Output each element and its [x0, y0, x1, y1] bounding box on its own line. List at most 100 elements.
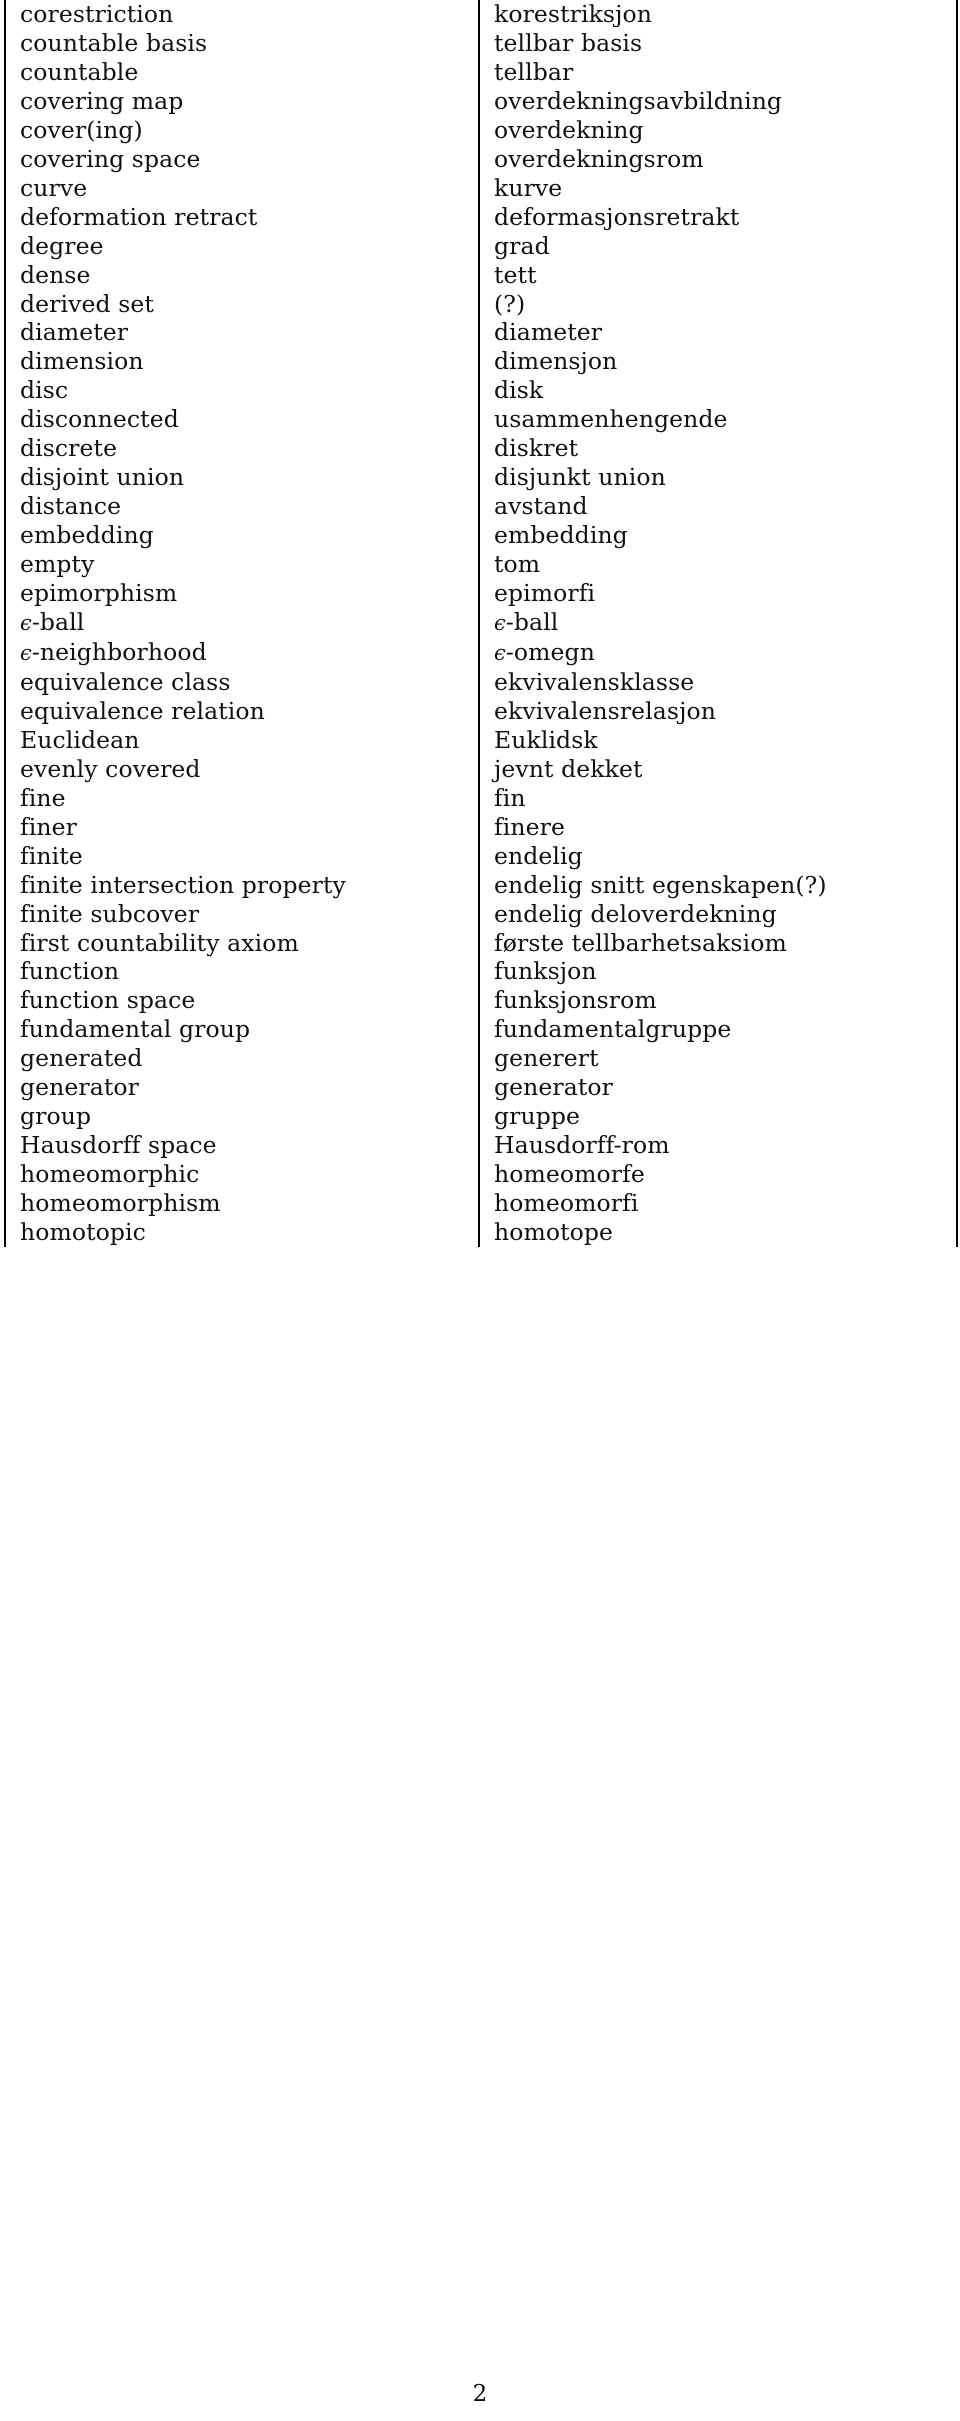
epsilon-symbol: ϵ: [20, 640, 32, 665]
glossary-term-norwegian: epimorfi: [478, 579, 958, 609]
glossary-term-norwegian: kurve: [478, 173, 958, 203]
glossary-term-english: discrete: [4, 434, 479, 464]
glossary-term-english: deformation retract: [4, 202, 479, 232]
glossary-term-english: first countability axiom: [4, 928, 479, 958]
glossary-term-norwegian: generator: [478, 1073, 958, 1103]
glossary-row: fine fin: [4, 783, 958, 813]
glossary-term-english: disc: [4, 376, 479, 406]
glossary-term-english: finer: [4, 812, 479, 842]
glossary-term-english: function: [4, 957, 479, 987]
glossary-term-english: distance: [4, 492, 479, 522]
glossary-row: finite intersection property endelig snit…: [4, 870, 958, 900]
glossary-term-english: evenly covered: [4, 754, 479, 784]
glossary-term-english: disjoint union: [4, 463, 479, 493]
glossary-row: countable basis tellbar basis: [4, 28, 958, 58]
glossary-row: curve kurve: [4, 173, 958, 203]
glossary-row: disjoint union disjunkt union: [4, 463, 958, 493]
glossary-term-english: embedding: [4, 521, 479, 551]
glossary-row: first countability axiom første tellbarhe…: [4, 928, 958, 958]
glossary-term-norwegian: korestriksjon: [478, 0, 958, 29]
glossary-row: disconnected usammenhengende: [4, 405, 958, 435]
glossary-row: equivalence class ekvivalensklasse: [4, 667, 958, 697]
glossary-term-norwegian: generert: [478, 1044, 958, 1074]
glossary-term-norwegian: homeomorfe: [478, 1160, 958, 1190]
glossary-term-english: fine: [4, 783, 479, 813]
glossary-term-english: covering map: [4, 86, 479, 116]
glossary-term-english: covering space: [4, 144, 479, 174]
glossary-term-norwegian: tellbar: [478, 57, 958, 87]
page-number: 2: [472, 2381, 488, 2407]
glossary-term-norwegian: gruppe: [478, 1102, 958, 1132]
glossary-term-norwegian: ϵ-ball: [478, 608, 958, 638]
glossary-term-english: curve: [4, 173, 479, 203]
glossary-term-norwegian: tom: [478, 550, 958, 580]
glossary-row: deformation retract deformasjonsretrakt: [4, 202, 958, 232]
glossary-term-english: Hausdorff space: [4, 1131, 479, 1161]
glossary-term-english: finite subcover: [4, 899, 479, 929]
glossary-row: Hausdorff space Hausdorff-rom: [4, 1131, 958, 1161]
glossary-term-norwegian: tett: [478, 260, 958, 290]
glossary-term-english: dense: [4, 260, 479, 290]
glossary-row: finite endelig: [4, 841, 958, 871]
glossary-term-norwegian: deformasjonsretrakt: [478, 202, 958, 232]
glossary-row: epimorphism epimorfi: [4, 579, 958, 609]
glossary-row: disc disk: [4, 376, 958, 406]
glossary-term-english: degree: [4, 231, 479, 261]
glossary-term-norwegian: endelig deloverdekning: [478, 899, 958, 929]
glossary-term-english: corestriction: [4, 0, 479, 29]
glossary-term-english: homeomorphic: [4, 1160, 479, 1190]
glossary-term-norwegian: dimensjon: [478, 347, 958, 377]
glossary-row: derived set (?): [4, 289, 958, 319]
glossary-term-english: empty: [4, 550, 479, 580]
glossary-term-english: countable basis: [4, 28, 479, 58]
glossary-term-norwegian: homotope: [478, 1218, 958, 1247]
glossary-term-english: Euclidean: [4, 725, 479, 755]
glossary-term-english: dimension: [4, 347, 479, 377]
glossary-row: generated generert: [4, 1044, 958, 1074]
glossary-term-english: ϵ-ball: [4, 608, 479, 638]
glossary-row: function funksjon: [4, 957, 958, 987]
glossary-row: homotopic homotope: [4, 1218, 958, 1247]
glossary-row: cover(ing) overdekning: [4, 115, 958, 145]
glossary-term-norwegian: disk: [478, 376, 958, 406]
glossary-term-norwegian: ekvivalensklasse: [478, 667, 958, 697]
glossary-term-norwegian: overdekning: [478, 115, 958, 145]
glossary-row: Euclidean Euklidsk: [4, 725, 958, 755]
glossary-row: dimension dimensjon: [4, 347, 958, 377]
glossary-row: generator generator: [4, 1073, 958, 1103]
glossary-term-english: derived set: [4, 289, 479, 319]
glossary-term-norwegian: finere: [478, 812, 958, 842]
glossary-term-english: generated: [4, 1044, 479, 1074]
glossary-term-norwegian: embedding: [478, 521, 958, 551]
glossary-term-english: finite intersection property: [4, 870, 479, 900]
glossary-row: evenly covered jevnt dekket: [4, 754, 958, 784]
glossary-term-norwegian: Hausdorff-rom: [478, 1131, 958, 1161]
glossary-row: dense tett: [4, 260, 958, 290]
glossary-term-english: finite: [4, 841, 479, 871]
glossary-term-english: equivalence relation: [4, 696, 479, 726]
epsilon-symbol: ϵ: [494, 640, 506, 665]
glossary-term-norwegian: funksjon: [478, 957, 958, 987]
glossary-term-norwegian: grad: [478, 231, 958, 261]
glossary-term-norwegian: endelig snitt egenskapen(?): [478, 870, 958, 900]
glossary-term-norwegian: overdekningsrom: [478, 144, 958, 174]
glossary-term-norwegian: (?): [478, 289, 958, 319]
glossary-term-english: diameter: [4, 318, 479, 348]
glossary-term-english: cover(ing): [4, 115, 479, 145]
glossary-row: finer finere: [4, 812, 958, 842]
glossary-term-english: epimorphism: [4, 579, 479, 609]
glossary-row: ϵ-neighborhood ϵ-omegn: [4, 637, 958, 668]
glossary-term-norwegian: funksjonsrom: [478, 986, 958, 1016]
glossary-term-norwegian: endelig: [478, 841, 958, 871]
glossary-term-english: disconnected: [4, 405, 479, 435]
glossary-table-body: corestriction korestriksjon countable basi…: [4, 0, 958, 1247]
epsilon-symbol: ϵ: [20, 611, 32, 636]
glossary-term-norwegian: usammenhengende: [478, 405, 958, 435]
glossary-term-norwegian: fin: [478, 783, 958, 813]
glossary-table: corestriction korestriksjon countable basi…: [4, 0, 958, 1247]
glossary-row: empty tom: [4, 550, 958, 580]
glossary-term-norwegian: første tellbarhetsaksiom: [478, 928, 958, 958]
glossary-row: corestriction korestriksjon: [4, 0, 958, 29]
glossary-row: function space funksjonsrom: [4, 986, 958, 1016]
glossary-term-english: ϵ-neighborhood: [4, 637, 479, 668]
